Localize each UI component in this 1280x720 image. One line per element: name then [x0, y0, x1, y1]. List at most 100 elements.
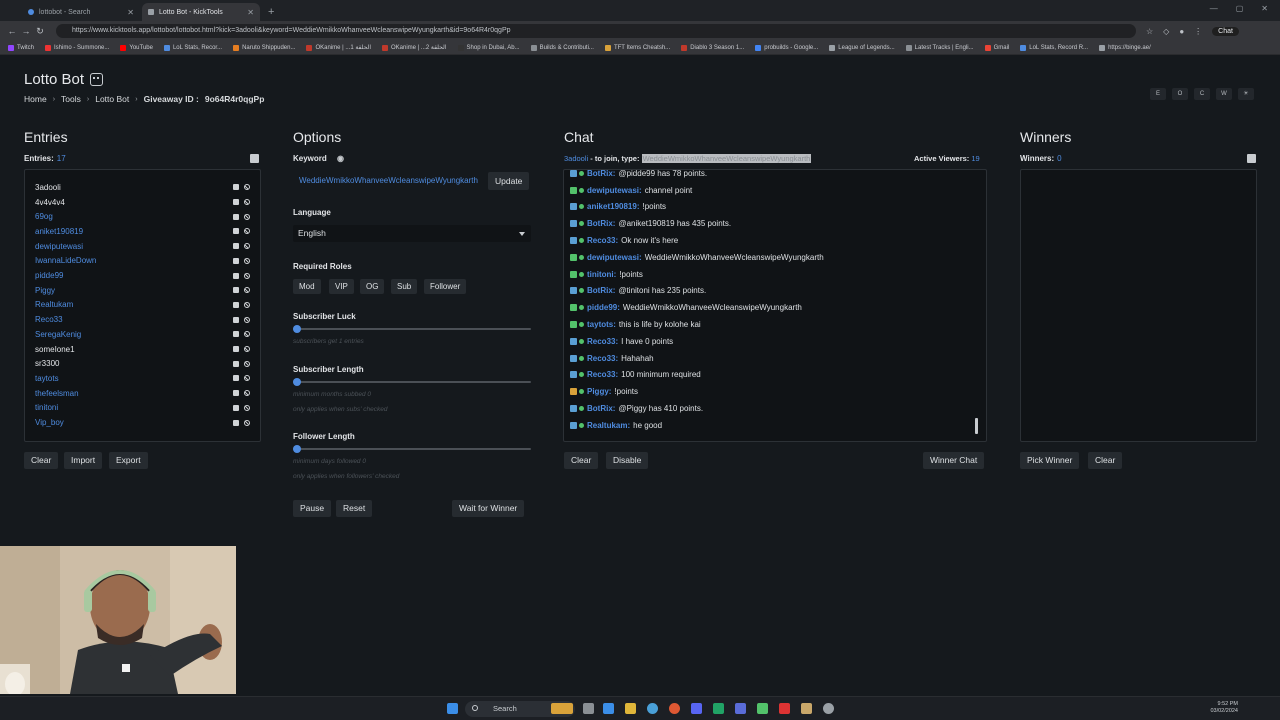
bookmark-item[interactable]: Gmail — [984, 44, 1009, 51]
ban-icon[interactable] — [244, 346, 250, 353]
ban-icon[interactable] — [244, 199, 250, 206]
checkbox-icon[interactable] — [233, 287, 239, 294]
checkbox-icon[interactable] — [233, 228, 239, 235]
checkbox-icon[interactable] — [233, 404, 239, 411]
entry-name[interactable]: Realtukam — [35, 300, 228, 309]
reset-button[interactable]: Reset — [336, 500, 373, 517]
chat-scrollbar[interactable] — [975, 418, 978, 434]
role-follower-button[interactable]: Follower — [424, 279, 467, 294]
checkbox-icon[interactable] — [233, 272, 239, 279]
entry-name[interactable]: 69og — [35, 212, 228, 221]
ban-icon[interactable] — [244, 390, 250, 397]
chat-username[interactable]: aniket190819: — [587, 202, 639, 211]
slider-thumb[interactable] — [293, 325, 301, 333]
eye-icon[interactable]: ◉ — [337, 154, 344, 163]
checkbox-icon[interactable] — [233, 360, 239, 367]
edge-icon[interactable] — [603, 703, 614, 714]
chat-username[interactable]: Reco33: — [587, 370, 618, 379]
browser-tab-search[interactable]: lottobot - Search ✕ — [22, 3, 140, 21]
bookmark-item[interactable]: OKanime | ...الحلقة 2 — [382, 44, 447, 51]
entry-name[interactable]: 3adooli — [35, 183, 228, 192]
bookmark-item[interactable]: Builds & Contributi... — [530, 44, 594, 51]
ban-icon[interactable] — [244, 184, 250, 191]
chat-toggle-button[interactable]: C — [1194, 88, 1210, 100]
taskbar-clock[interactable]: 9:52 PM 03/02/2024 — [1210, 701, 1238, 715]
bookmark-item[interactable]: TFT Items Cheatsh... — [604, 44, 670, 51]
copy-icon[interactable] — [250, 154, 259, 163]
ban-icon[interactable] — [244, 375, 250, 382]
bookmark-item[interactable]: OKanime | ...الحلقة 1 — [306, 44, 371, 51]
ban-icon[interactable] — [244, 316, 250, 323]
bookmark-item[interactable]: Naruto Shippuden... — [233, 44, 295, 51]
winners-toggle-button[interactable]: W — [1216, 88, 1232, 100]
reload-icon[interactable]: ↻ — [34, 26, 46, 37]
chat-username[interactable]: pidde99: — [587, 303, 620, 312]
chat-username[interactable]: taytots: — [587, 320, 616, 329]
bookmark-item[interactable]: Latest Tracks | Engli... — [905, 44, 974, 51]
pause-button[interactable]: Pause — [293, 500, 332, 517]
maximize-icon[interactable]: ▢ — [1236, 4, 1244, 13]
file-explorer-icon[interactable] — [625, 703, 636, 714]
bookmark-item[interactable]: probuilds - Google... — [755, 44, 818, 51]
task-view-icon[interactable] — [583, 703, 594, 714]
chat-clear-button[interactable]: Clear — [564, 452, 599, 469]
entry-name[interactable]: Piggy — [35, 286, 228, 295]
chat-username[interactable]: tinitoni: — [587, 270, 616, 279]
role-mod-button[interactable]: Mod — [293, 279, 321, 294]
options-toggle-button[interactable]: O — [1172, 88, 1188, 100]
url-field[interactable]: https://www.kicktools.app/lottobot/lotto… — [56, 24, 1136, 38]
excel-icon[interactable] — [713, 703, 724, 714]
breadcrumb-home[interactable]: Home — [24, 94, 47, 104]
chat-username[interactable]: Reco33: — [587, 354, 618, 363]
sub-luck-slider[interactable] — [293, 324, 531, 334]
app-icon[interactable] — [801, 703, 812, 714]
ban-icon[interactable] — [244, 301, 250, 308]
close-tab-icon[interactable]: ✕ — [127, 8, 134, 17]
back-icon[interactable]: ← — [6, 26, 18, 36]
entry-name[interactable]: Vip_boy — [35, 418, 228, 427]
checkbox-icon[interactable] — [233, 316, 239, 323]
widget-icon[interactable] — [551, 703, 573, 714]
entry-name[interactable]: pidde99 — [35, 271, 228, 280]
entry-name[interactable]: dewiputewasi — [35, 242, 228, 251]
checkbox-icon[interactable] — [233, 375, 239, 382]
entries-toggle-button[interactable]: E — [1150, 88, 1166, 100]
checkbox-icon[interactable] — [233, 213, 239, 220]
profile-icon[interactable]: ● — [1179, 27, 1184, 36]
checkbox-icon[interactable] — [233, 184, 239, 191]
chat-username[interactable]: BotRix: — [587, 404, 615, 413]
entries-import-button[interactable]: Import — [64, 452, 103, 469]
entries-clear-button[interactable]: Clear — [24, 452, 59, 469]
bookmark-item[interactable]: LoL Stats, Recor... — [163, 44, 222, 51]
bookmark-item[interactable]: LoL Stats, Record R... — [1020, 44, 1088, 51]
ban-icon[interactable] — [244, 360, 250, 367]
update-button[interactable]: Update — [488, 172, 530, 190]
app-icon[interactable] — [757, 703, 768, 714]
bookmark-item[interactable]: Ishimo - Summone... — [45, 44, 109, 51]
chat-username[interactable]: dewiputewasi: — [587, 186, 642, 195]
app-icon[interactable] — [735, 703, 746, 714]
entry-name[interactable]: aniket190819 — [35, 227, 228, 236]
ban-icon[interactable] — [244, 287, 250, 294]
sub-length-slider[interactable] — [293, 377, 531, 387]
bookmark-item[interactable]: League of Legends... — [829, 44, 895, 51]
checkbox-icon[interactable] — [233, 419, 239, 426]
entries-export-button[interactable]: Export — [109, 452, 148, 469]
chat-username[interactable]: BotRix: — [587, 286, 615, 295]
chat-button[interactable]: Chat — [1212, 26, 1239, 36]
entry-name[interactable]: sr3300 — [35, 359, 228, 368]
discord-icon[interactable] — [691, 703, 702, 714]
role-og-button[interactable]: OG — [360, 279, 385, 294]
entry-name[interactable]: Reco33 — [35, 315, 228, 324]
chat-log[interactable]: BotRix: @pidde99 has 78 points. dewiputewa… — [563, 169, 987, 442]
chat-username[interactable]: Piggy: — [587, 387, 611, 396]
role-vip-button[interactable]: VIP — [329, 279, 354, 294]
close-tab-icon[interactable]: ✕ — [247, 8, 254, 17]
entry-name[interactable]: taytots — [35, 374, 228, 383]
slider-thumb[interactable] — [293, 378, 301, 386]
browser-tab-lottobot[interactable]: Lotto Bot - KickTools ✕ — [142, 3, 260, 21]
chrome-active-icon[interactable] — [669, 703, 680, 714]
bookmark-item[interactable]: https://binge.ae/ — [1099, 44, 1151, 51]
chat-username[interactable]: dewiputewasi: — [587, 253, 642, 262]
bookmark-item[interactable]: Diablo 3 Season 1... — [681, 44, 744, 51]
